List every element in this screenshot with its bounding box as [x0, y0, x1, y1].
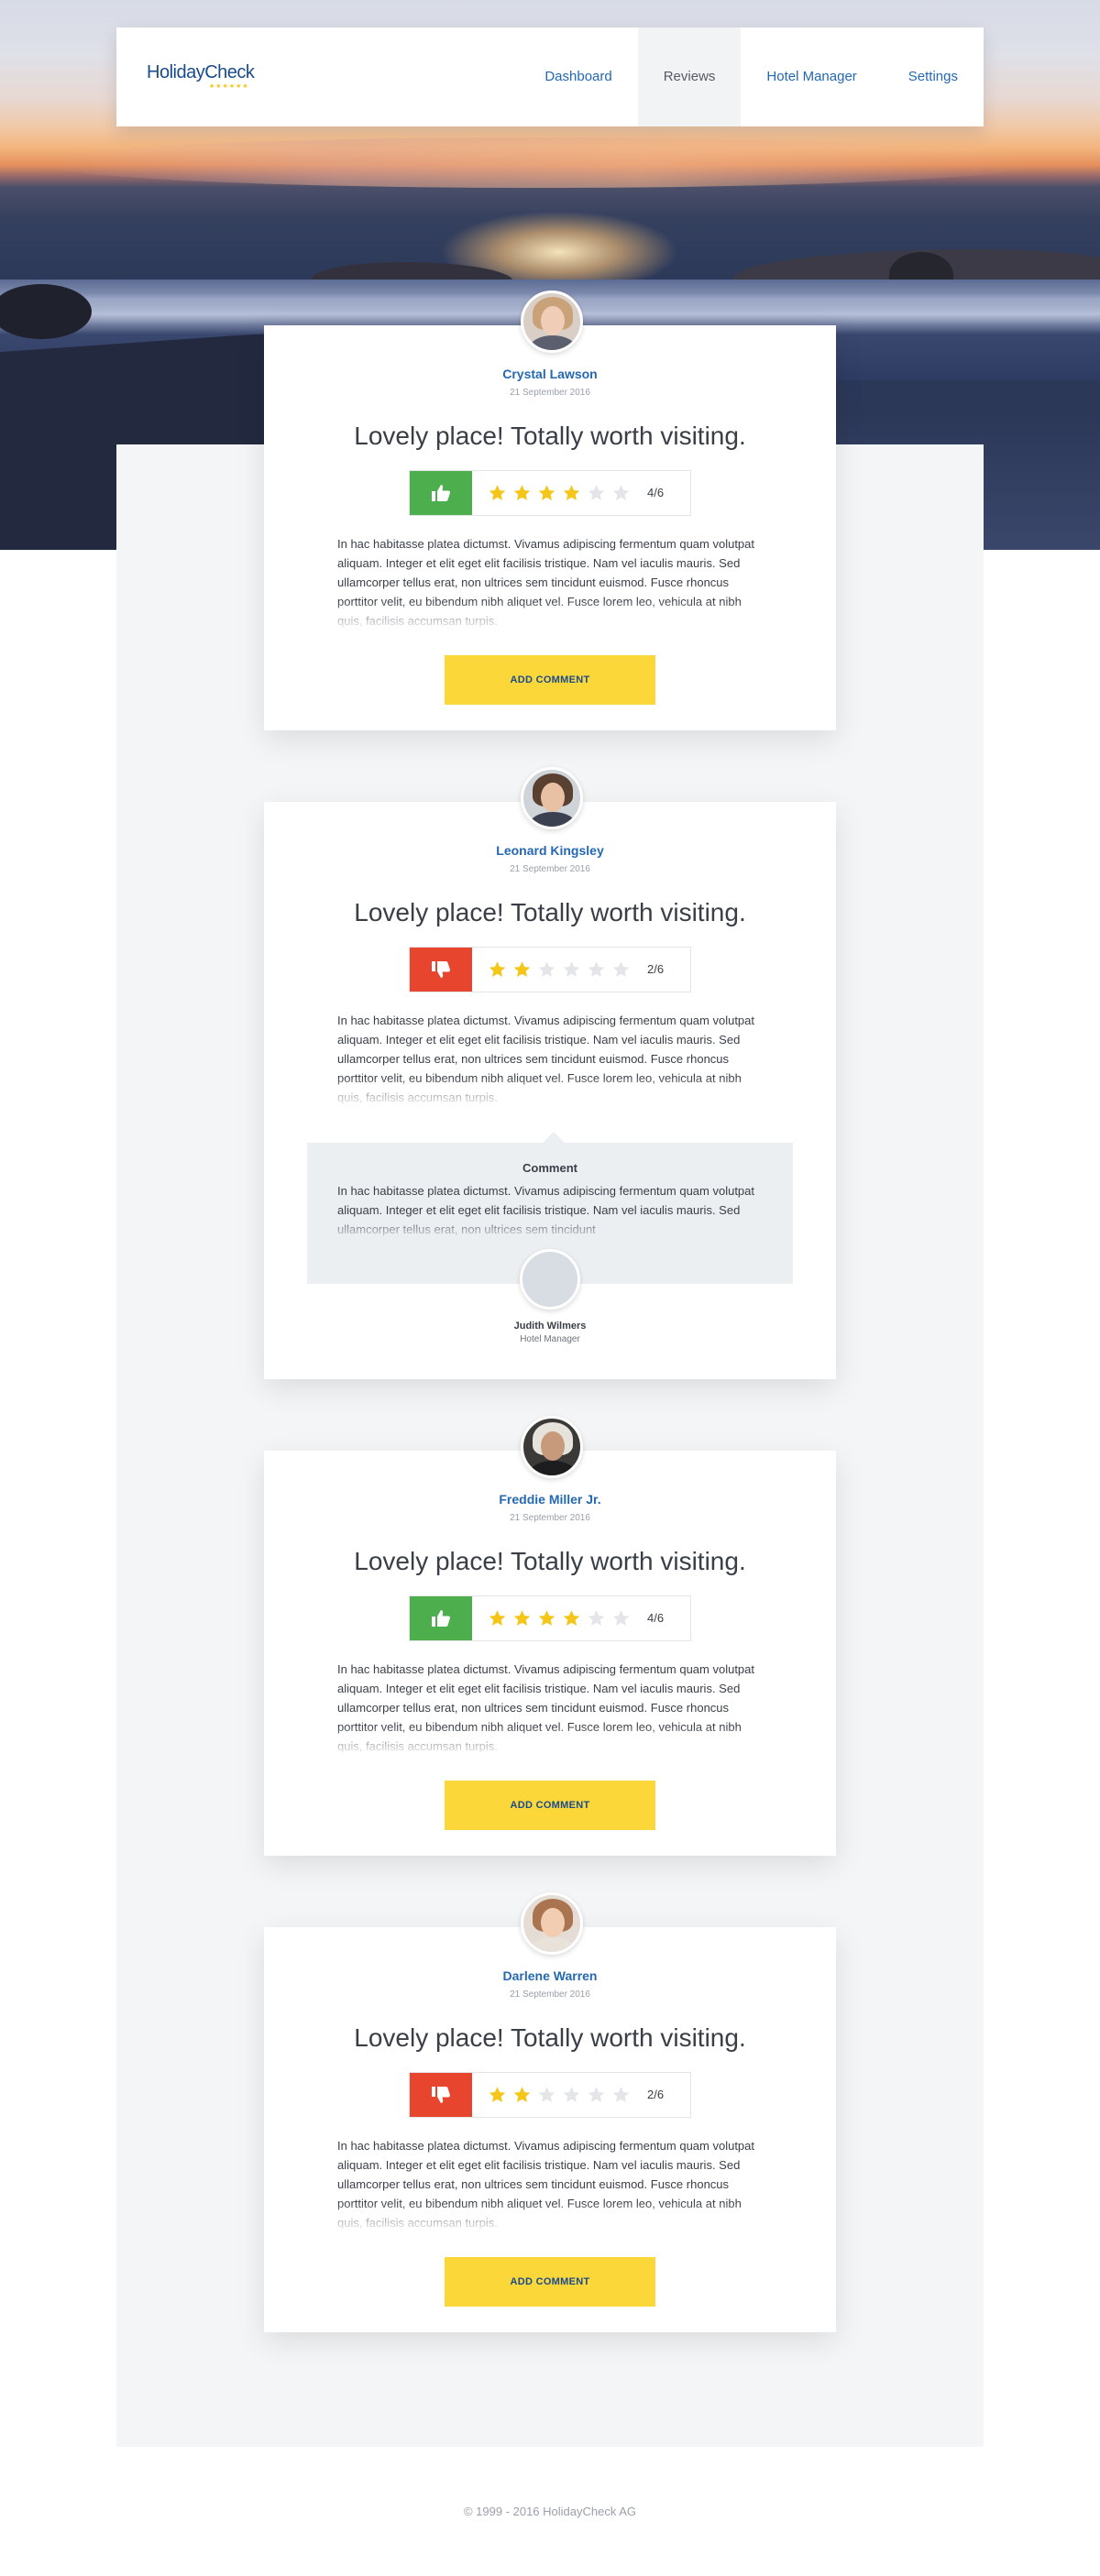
text-fade	[337, 1726, 764, 1755]
manager-role: Hotel Manager	[520, 1334, 580, 1344]
manager-avatar[interactable]	[520, 1249, 580, 1310]
reviewer-name[interactable]: Freddie Miller Jr.	[264, 1492, 836, 1507]
add-comment-button[interactable]: ADD COMMENT	[445, 1781, 655, 1830]
rating-bar: 4/6	[409, 470, 691, 516]
top-navigation: HolidayCheck ★★★★★★ Dashboard Reviews Ho…	[116, 27, 984, 126]
hero-clouds	[37, 137, 1045, 188]
add-comment-button[interactable]: ADD COMMENT	[445, 655, 655, 705]
star-rating	[472, 1596, 631, 1640]
rating-bar: 2/6	[409, 947, 691, 992]
star-empty-icon	[612, 2087, 630, 2102]
review-title: Lovely place! Totally worth visiting.	[354, 2023, 746, 2052]
text-fade	[337, 2202, 764, 2231]
star-empty-icon	[538, 2087, 556, 2102]
review-title: Lovely place! Totally worth visiting.	[354, 422, 746, 450]
star-empty-icon	[588, 1610, 605, 1626]
review-date: 21 September 2016	[510, 864, 590, 874]
rating-score: 2/6	[647, 2088, 665, 2101]
comment-fade	[337, 1216, 764, 1240]
logo-text: HolidayCheck	[147, 62, 255, 82]
star-empty-icon	[612, 1610, 630, 1626]
star-empty-icon	[588, 2087, 605, 2102]
reviewer-name[interactable]: Crystal Lawson	[264, 367, 836, 381]
star-filled-icon	[489, 2087, 506, 2102]
star-filled-icon	[563, 485, 580, 500]
star-filled-icon	[513, 961, 531, 977]
star-filled-icon	[538, 485, 556, 500]
rating-score: 2/6	[647, 962, 665, 976]
star-filled-icon	[513, 1610, 531, 1626]
star-filled-icon	[513, 485, 531, 500]
rating-bar: 4/6	[409, 1595, 691, 1641]
thumbs-down-icon	[410, 2073, 472, 2117]
star-filled-icon	[489, 961, 506, 977]
review-card: Leonard Kingsley 21 September 2016 Lovel…	[264, 767, 836, 1379]
nav-item-hotel-manager[interactable]: Hotel Manager	[741, 27, 882, 126]
logo-stars-icon: ★★★★★★	[209, 83, 249, 90]
thumbs-up-icon	[410, 1596, 472, 1640]
reviewer-avatar[interactable]	[521, 1892, 583, 1955]
star-filled-icon	[489, 1610, 506, 1626]
nav-item-dashboard[interactable]: Dashboard	[519, 27, 637, 126]
star-empty-icon	[612, 961, 630, 977]
star-filled-icon	[513, 2087, 531, 2102]
footer-copyright: © 1999 - 2016 HolidayCheck AG	[463, 2505, 637, 2518]
thumbs-up-icon	[410, 471, 472, 515]
rating-score: 4/6	[647, 486, 665, 499]
holidaycheck-logo[interactable]: HolidayCheck ★★★★★★	[147, 62, 255, 90]
reviewer-name[interactable]: Darlene Warren	[264, 1968, 836, 1983]
star-rating	[472, 948, 631, 992]
star-rating	[472, 2073, 631, 2117]
review-card: Freddie Miller Jr. 21 September 2016 Lov…	[264, 1416, 836, 1856]
rating-bar: 2/6	[409, 2072, 691, 2118]
review-date: 21 September 2016	[510, 1990, 590, 2000]
review-card: Crystal Lawson 21 September 2016 Lovely …	[264, 290, 836, 730]
star-filled-icon	[538, 1610, 556, 1626]
review-card: Darlene Warren 21 September 2016 Lovely …	[264, 1892, 836, 2332]
reviewer-avatar[interactable]	[521, 290, 583, 353]
star-empty-icon	[563, 2087, 580, 2102]
rating-score: 4/6	[647, 1611, 665, 1625]
review-date: 21 September 2016	[510, 1513, 590, 1523]
nav-item-settings[interactable]: Settings	[883, 27, 984, 126]
reviewer-avatar[interactable]	[521, 767, 583, 829]
star-empty-icon	[538, 961, 556, 977]
star-empty-icon	[563, 961, 580, 977]
star-rating	[472, 471, 631, 515]
review-date: 21 September 2016	[510, 388, 590, 398]
star-filled-icon	[563, 1610, 580, 1626]
comment-heading: Comment	[522, 1161, 578, 1175]
star-filled-icon	[489, 485, 506, 500]
review-title: Lovely place! Totally worth visiting.	[354, 1547, 746, 1575]
add-comment-button[interactable]: ADD COMMENT	[445, 2257, 655, 2307]
text-fade	[337, 1077, 764, 1106]
nav-menu: Dashboard Reviews Hotel Manager Settings	[519, 27, 984, 126]
thumbs-down-icon	[410, 948, 472, 992]
nav-item-reviews[interactable]: Reviews	[637, 27, 742, 126]
reviewer-name[interactable]: Leonard Kingsley	[264, 843, 836, 858]
star-empty-icon	[588, 961, 605, 977]
reviewer-avatar[interactable]	[521, 1416, 583, 1478]
star-empty-icon	[612, 485, 630, 500]
star-empty-icon	[588, 485, 605, 500]
text-fade	[337, 600, 764, 630]
manager-name: Judith Wilmers	[513, 1321, 587, 1332]
review-title: Lovely place! Totally worth visiting.	[354, 898, 746, 926]
